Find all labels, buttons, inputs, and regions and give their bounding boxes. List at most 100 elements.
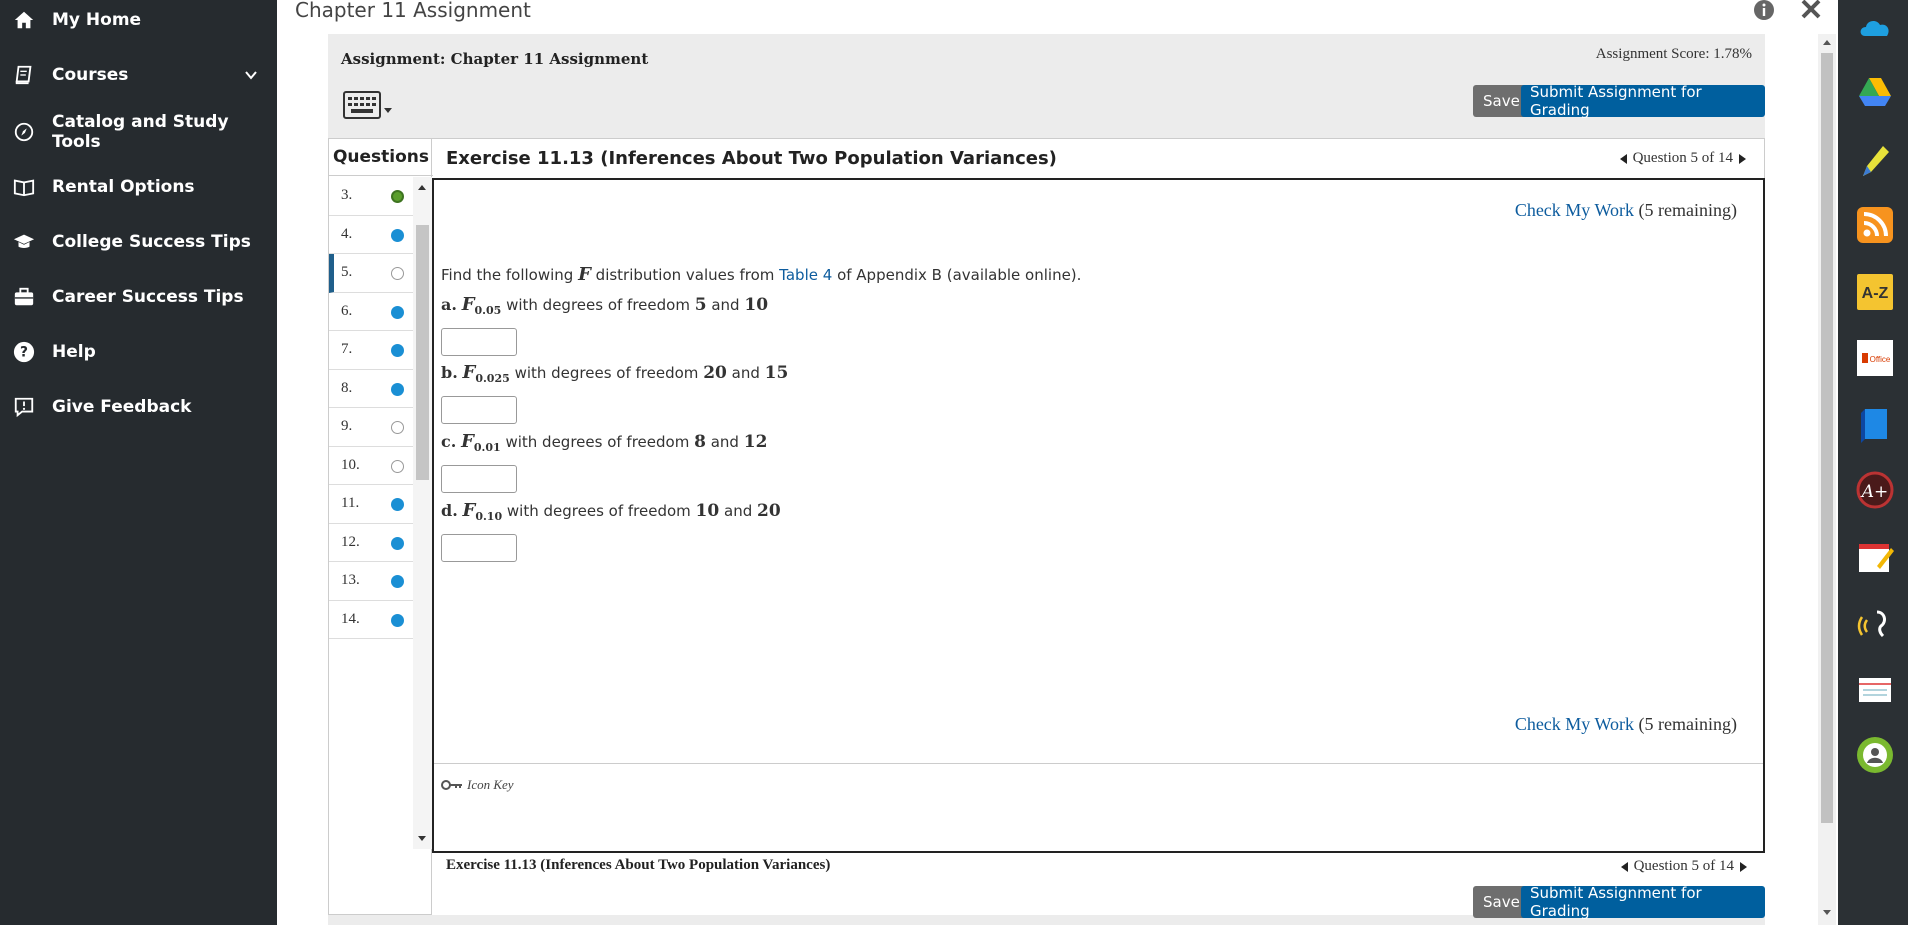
sidebar-item-label: College Success Tips [52,232,251,252]
drive-icon[interactable] [1855,72,1895,112]
df1: 20 [703,363,727,383]
aplus-icon[interactable]: A+ [1855,470,1895,510]
questions-header: Questions [329,139,433,176]
question-counter: Question 5 of 14 [1633,858,1734,874]
df1: 10 [695,501,720,521]
sidebar-item-rental[interactable]: Rental Options [0,167,277,207]
answer-input-c[interactable] [441,465,517,493]
a-z-icon[interactable]: A-Z [1855,272,1895,312]
main-scroll-thumb[interactable] [1821,53,1833,823]
part-text: with degrees of freedom [514,364,699,382]
scroll-up-icon[interactable] [1822,38,1832,48]
ebook-icon[interactable] [1855,405,1895,445]
questions-scrollbar[interactable] [413,177,432,849]
question-item[interactable]: 9. [329,408,413,447]
sidebar-item-label: Courses [52,65,129,85]
question-item[interactable]: 6. [329,293,413,331]
sidebar-item-career-tips[interactable]: Career Success Tips [0,277,277,317]
f-variable: F [462,500,476,521]
question-item[interactable]: 12. [329,524,413,562]
check-my-work-link[interactable]: Check My Work [1515,200,1634,220]
question-item[interactable]: 11. [329,485,413,524]
audio-icon[interactable] [1855,604,1895,644]
notes-icon[interactable] [1855,536,1895,576]
submit-assignment-button[interactable]: Submit Assignment for Grading [1521,83,1765,119]
sidebar-item-my-home[interactable]: My Home [0,0,277,40]
df1: 5 [694,295,707,315]
profile-icon[interactable] [1855,735,1895,775]
submit-assignment-button-bottom[interactable]: Submit Assignment for Grading [1521,884,1765,920]
sidebar-item-courses[interactable]: Courses [0,55,277,95]
next-question-icon[interactable] [1740,861,1747,872]
question-number: 13. [341,572,360,588]
question-number: 5. [341,264,353,280]
cloud-icon[interactable] [1855,8,1895,48]
question-item[interactable]: 8. [329,370,413,408]
question-item[interactable]: 7. [329,331,413,370]
question-item[interactable]: 10. [329,447,413,485]
sidebar-item-label: Rental Options [52,177,195,197]
sidebar-item-label: My Home [52,10,142,30]
question-item[interactable]: 5. [329,254,413,293]
part-text: with degrees of freedom [505,433,690,451]
sidebar-item-college-tips[interactable]: College Success Tips [0,222,277,262]
rss-icon[interactable] [1855,205,1895,245]
unanswered-status-icon [391,421,404,434]
exercise-content: Check My Work (5 remaining) Find the fol… [432,178,1765,853]
check-my-work-link[interactable]: Check My Work [1515,714,1634,734]
part-letter: d. [441,501,458,520]
partial-status-icon [391,190,404,203]
sidebar-item-label: Give Feedback [52,397,192,417]
chevron-down-icon[interactable] [243,67,259,83]
sidebar-item-label: Help [52,342,96,362]
scroll-up-icon[interactable] [417,183,427,193]
question-item[interactable]: 14. [329,601,413,639]
answer-input-d[interactable] [441,534,517,562]
answered-status-icon [391,575,404,588]
sidebar-item-feedback[interactable]: Give Feedback [0,387,277,427]
svg-text:Office: Office [1870,355,1891,364]
scroll-down-icon[interactable] [1822,907,1832,917]
assignment-title: Assignment: Chapter 11 Assignment [341,50,649,68]
table-4-link[interactable]: Table 4 [779,266,832,284]
flashcards-icon[interactable] [1855,670,1895,710]
next-question-icon[interactable] [1739,153,1746,164]
close-icon[interactable] [1798,0,1824,22]
f-subscript: 0.025 [475,372,510,385]
part-c: c. F0.01 with degrees of freedom 8 and 1… [441,431,767,454]
sidebar-item-help[interactable]: ? Help [0,332,277,372]
f-variable: F [461,431,474,452]
main-scrollbar[interactable] [1818,34,1836,925]
highlighter-icon[interactable] [1855,140,1895,180]
office-icon[interactable]: Office [1855,338,1895,378]
instructions-text: of Appendix B (available online). [837,266,1082,284]
question-number: 8. [341,379,353,396]
svg-text:A+: A+ [1860,482,1889,502]
prev-question-icon[interactable] [1620,861,1628,872]
briefcase-icon [12,285,36,309]
questions-scroll-thumb[interactable] [416,225,429,480]
answer-input-b[interactable] [441,396,517,424]
question-item[interactable]: 3. [329,177,413,216]
part-text: and [724,502,753,520]
scroll-down-icon[interactable] [417,833,427,843]
question-item[interactable]: 13. [329,562,413,601]
f-subscript: 0.10 [475,510,503,523]
question-item[interactable]: 4. [329,216,413,254]
question-counter: Question 5 of 14 [1632,150,1733,166]
icon-key[interactable]: Icon Key [441,777,514,793]
right-dock: A-Z Office A+ [1838,0,1908,925]
exercise-title: Exercise 11.13 (Inferences About Two Pop… [446,148,1057,169]
question-number: 6. [341,302,353,319]
sidebar-item-label: Career Success Tips [52,287,244,307]
df1: 8 [694,432,706,452]
df2: 15 [764,363,789,383]
question-navigator-bottom: Question 5 of 14 [1620,858,1747,875]
check-remaining: (5 remaining) [1638,200,1737,220]
answer-input-a[interactable] [441,328,517,356]
check-remaining: (5 remaining) [1638,714,1737,734]
prev-question-icon[interactable] [1619,153,1627,164]
keyboard-icon[interactable] [342,88,394,124]
sidebar-item-catalog[interactable]: Catalog and Study Tools [0,112,277,152]
info-icon[interactable] [1753,0,1775,21]
